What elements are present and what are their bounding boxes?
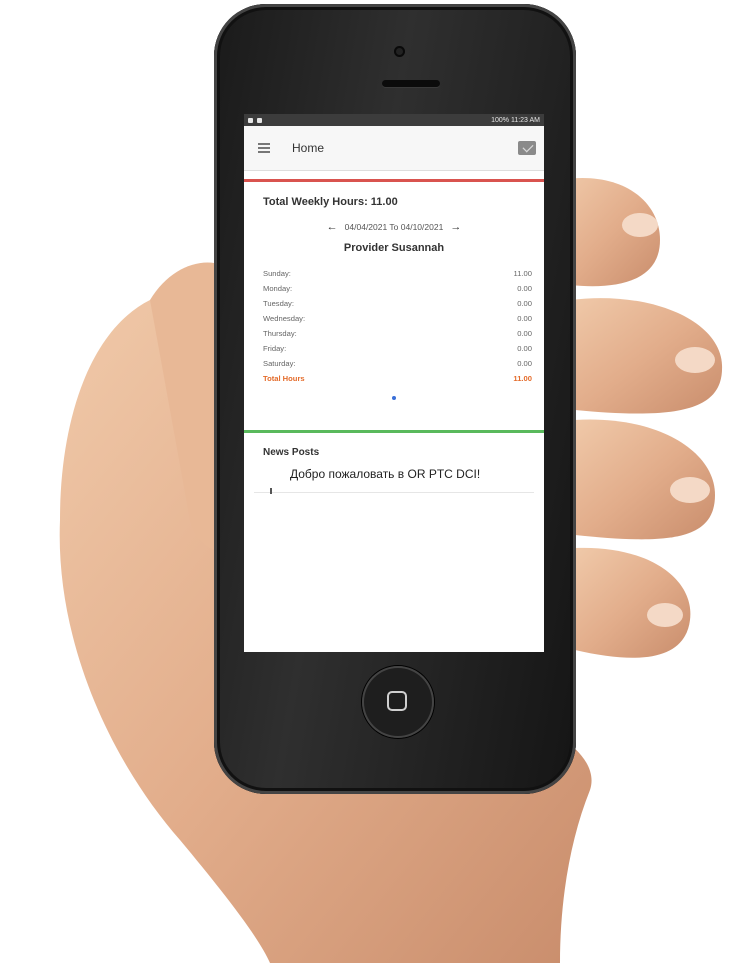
day-label: Sunday:: [263, 269, 291, 278]
day-value: 0.00: [517, 329, 532, 338]
previous-week-arrow-icon[interactable]: ←: [327, 221, 338, 233]
hamburger-menu-icon[interactable]: [258, 143, 270, 153]
day-label: Thursday:: [263, 329, 297, 338]
day-value: 0.00: [517, 299, 532, 308]
page-dot-icon[interactable]: [392, 396, 396, 400]
news-post-text: Добро пожаловать в OR PTC DCI!: [290, 467, 481, 481]
carousel-indicator: [244, 396, 544, 400]
day-value: 0.00: [517, 314, 532, 323]
weekly-hours-title: Total Weekly Hours: 11.00: [263, 196, 398, 208]
home-square-icon: [387, 691, 407, 711]
list-item: Sunday: 11.00: [263, 266, 532, 281]
day-label: Friday:: [263, 344, 287, 353]
page-title: Home: [292, 141, 325, 155]
bullet-icon: [270, 488, 272, 494]
total-hours-value: 11.00: [513, 374, 532, 383]
list-item: Wednesday: 0.00: [263, 311, 532, 326]
battery-time-text: 100% 11:23 AM: [491, 116, 540, 124]
list-item: Saturday: 0.00: [263, 356, 532, 371]
provider-name: Provider Susannah: [343, 242, 445, 254]
list-item: Friday: 0.00: [263, 341, 532, 356]
week-navigator: ← 04/04/2021 To 04/10/2021 →: [244, 221, 544, 233]
date-range: 04/04/2021 To 04/10/2021: [344, 222, 444, 232]
front-camera: [394, 46, 405, 57]
day-hours-list: Sunday: 11.00 Monday: 0.00 Tuesday: 0.00…: [263, 266, 532, 386]
total-hours-label: Total Hours: [263, 374, 305, 383]
day-value: 0.00: [517, 359, 532, 368]
day-value: 0.00: [517, 344, 532, 353]
home-button[interactable]: [362, 666, 434, 738]
status-bar: 100% 11:23 AM: [244, 114, 544, 126]
earpiece-speaker: [382, 80, 440, 87]
wifi-icon: [257, 117, 262, 123]
day-value: 0.00: [517, 284, 532, 293]
phone-screen: 100% 11:23 AM Home Total Weekly Hours: 1…: [244, 114, 544, 652]
weekly-hours-card: Total Weekly Hours: 11.00 ← 04/04/2021 T…: [244, 179, 544, 408]
news-posts-title: News Posts: [263, 447, 320, 458]
next-week-arrow-icon[interactable]: →: [450, 221, 461, 233]
envelope-icon[interactable]: [518, 141, 536, 155]
list-item: Tuesday: 0.00: [263, 296, 532, 311]
day-label: Saturday:: [263, 359, 296, 368]
news-posts-card: News Posts Добро пожаловать в OR PTC DCI…: [244, 430, 544, 494]
app-bar: Home: [244, 126, 544, 171]
total-hours-row: Total Hours 11.00: [263, 371, 532, 386]
notification-icon: [248, 117, 253, 123]
news-post-item[interactable]: Добро пожаловать в OR PTC DCI!: [254, 466, 534, 494]
day-label: Wednesday:: [263, 314, 306, 323]
list-item: Thursday: 0.00: [263, 326, 532, 341]
day-label: Tuesday:: [263, 299, 294, 308]
day-value: 11.00: [513, 269, 532, 278]
list-item: Monday: 0.00: [263, 281, 532, 296]
day-label: Monday:: [263, 284, 293, 293]
